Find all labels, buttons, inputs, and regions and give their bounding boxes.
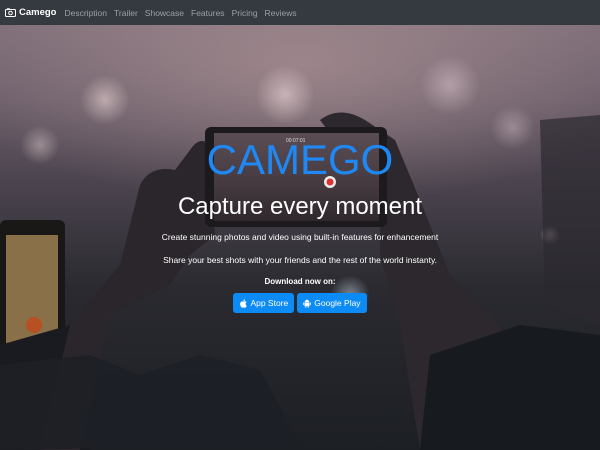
app-store-label: App Store	[250, 298, 289, 308]
android-icon	[303, 298, 312, 308]
brand-name: Camego	[19, 7, 57, 18]
camera-icon	[5, 8, 16, 17]
nav-link-reviews[interactable]: Reviews	[265, 8, 297, 18]
nav-link-pricing[interactable]: Pricing	[232, 8, 258, 18]
nav-link-showcase[interactable]: Showcase	[145, 8, 184, 18]
hero-description-line2: Share your best shots with your friends …	[163, 255, 437, 265]
hero-tagline: Capture every moment	[177, 193, 423, 220]
hero-section: 00:07:01 CAMEGO Capture every moment Cre…	[0, 25, 600, 450]
google-play-button[interactable]: Google Play	[297, 293, 367, 313]
navbar: Camego Description Trailer Showcase Feat…	[0, 0, 600, 25]
hero-logo-text: CAMEGO	[206, 136, 394, 183]
app-store-button[interactable]: App Store	[233, 293, 295, 313]
nav-link-description[interactable]: Description	[64, 8, 107, 18]
google-play-label: Google Play	[314, 298, 361, 308]
nav-link-features[interactable]: Features	[191, 8, 225, 18]
download-label: Download now on:	[264, 277, 336, 286]
hero-description-line1: Create stunning photos and video using b…	[161, 232, 439, 242]
apple-icon	[240, 298, 248, 308]
nav-link-trailer[interactable]: Trailer	[114, 8, 138, 18]
hero-content: CAMEGO Capture every moment Create stunn…	[0, 25, 600, 450]
download-buttons: App Store Google Play	[0, 293, 600, 313]
brand[interactable]: Camego	[5, 7, 56, 18]
